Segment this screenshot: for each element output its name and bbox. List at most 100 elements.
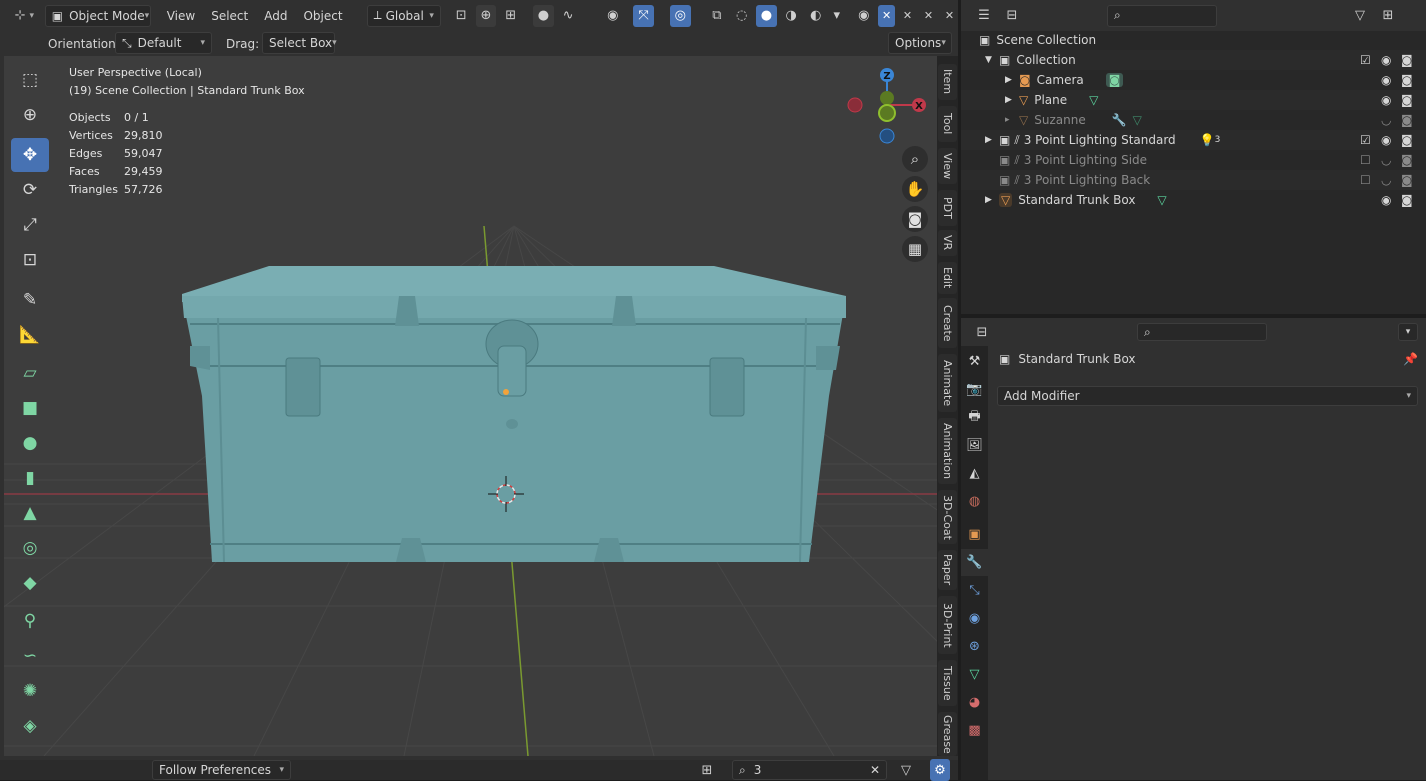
expand-arrow-icon[interactable]: ▸: [1005, 115, 1019, 125]
world-tab-icon[interactable]: ◍: [961, 488, 988, 515]
shading-material-icon[interactable]: ◑: [781, 5, 802, 27]
scale-tool-icon[interactable]: ⤢: [11, 208, 49, 242]
snap-icon[interactable]: ⊕: [475, 4, 497, 27]
proportional-edit-icon[interactable]: ●: [533, 4, 554, 27]
shading-options-icon[interactable]: ▾: [830, 5, 843, 27]
checkbox-icon[interactable]: ☑: [1360, 53, 1371, 67]
sidebar-tab-create[interactable]: Create: [938, 298, 957, 348]
mesh-data-icon[interactable]: ▽: [1133, 113, 1142, 127]
maximize-icon[interactable]: ✕: [878, 4, 896, 27]
camera-data-icon[interactable]: ◙: [1105, 73, 1124, 87]
gizmo-y-handle[interactable]: [880, 91, 894, 105]
visibility-icon[interactable]: ◉: [602, 5, 623, 27]
display-mode-icon[interactable]: ⊟: [1001, 5, 1023, 27]
outliner-row-3-point-lighting-standard[interactable]: ▶ ▣ ⫽ 3 Point Lighting Standard 💡 3 ☑ ◉ …: [961, 130, 1426, 150]
view-layer-tab-icon[interactable]: 🖼: [961, 432, 988, 459]
select-box-tool-icon[interactable]: ⬚: [11, 63, 49, 97]
add-wedge-tool-icon[interactable]: ◆: [11, 566, 49, 600]
cursor-tool-icon[interactable]: ⊕: [11, 98, 49, 132]
3d-viewport[interactable]: User Perspective (Local) (19) Scene Coll…: [4, 56, 937, 756]
rotate-tool-icon[interactable]: ⟳: [11, 173, 49, 207]
modifier-tab-icon[interactable]: 🔧: [961, 549, 988, 576]
follow-preferences-dropdown[interactable]: Follow Preferences ▾: [152, 760, 291, 780]
settings-icon[interactable]: ⚙: [930, 759, 950, 781]
camera-icon[interactable]: ◙: [1401, 93, 1413, 107]
sidebar-tab-pdt[interactable]: PDT: [938, 190, 957, 226]
menu-object[interactable]: Object: [297, 5, 348, 27]
camera-icon[interactable]: ◙: [1401, 73, 1413, 87]
expand-arrow-icon[interactable]: ▶: [985, 195, 999, 205]
camera-icon[interactable]: ◙: [1401, 53, 1413, 67]
zoom-icon[interactable]: ⌕: [902, 146, 928, 172]
mesh-data-icon[interactable]: ▽: [1157, 193, 1166, 207]
gizmo-neg-y-handle[interactable]: [878, 104, 896, 122]
eye-icon[interactable]: ◉: [1381, 53, 1391, 67]
outliner-row-3-point-lighting-back[interactable]: ▣ ⫽ 3 Point Lighting Back ☐ ◡ ◙: [961, 170, 1426, 190]
camera-icon[interactable]: ◙: [1401, 113, 1413, 127]
add-torus-tool-icon[interactable]: ◎: [11, 531, 49, 565]
outliner-search-input[interactable]: ⌕: [1107, 4, 1217, 27]
mesh-data-icon[interactable]: ▽: [1089, 93, 1098, 107]
constraints-tab-icon[interactable]: ⊛: [961, 633, 988, 660]
pin-icon[interactable]: 📌: [1403, 352, 1418, 366]
add-light-tool-icon[interactable]: ✺: [11, 674, 49, 708]
sidebar-tab-edit[interactable]: Edit: [938, 262, 957, 294]
expand-arrow-icon[interactable]: ▶: [985, 135, 999, 145]
outliner-row-plane[interactable]: ▶ ▽ Plane ▽ ◉ ◙: [961, 90, 1426, 110]
overlay-toggle-icon[interactable]: ◎: [669, 4, 691, 27]
data-tab-icon[interactable]: ▽: [961, 661, 988, 688]
add-cube-tool-icon[interactable]: ■: [11, 391, 49, 425]
menu-view[interactable]: View: [161, 5, 201, 27]
expand-arrow-icon[interactable]: ▼: [985, 55, 999, 65]
transform-orientation-dropdown[interactable]: ⟂ Global ▾: [366, 4, 441, 27]
scene-tab-icon[interactable]: ◭: [961, 460, 988, 487]
filter-icon[interactable]: ▽: [1349, 5, 1371, 27]
close-area-icon-2[interactable]: ✕: [920, 5, 937, 27]
render-tab-icon[interactable]: 📷: [961, 376, 988, 403]
sidebar-tab-grease[interactable]: Grease: [938, 712, 957, 756]
object-tab-icon[interactable]: ▣: [961, 521, 988, 548]
outliner-editor-icon[interactable]: ☰: [973, 5, 995, 27]
checkbox-icon[interactable]: ☑: [1360, 133, 1371, 147]
xray-icon[interactable]: ⧉: [707, 5, 728, 27]
filter-icon[interactable]: ▽: [895, 759, 917, 781]
sidebar-tab-vr[interactable]: VR: [938, 230, 957, 256]
eye-closed-icon[interactable]: ◡: [1381, 173, 1391, 187]
add-plane-tool-icon[interactable]: ▱: [11, 356, 49, 390]
camera-icon[interactable]: ◙: [1401, 193, 1413, 207]
gizmo-neg-x-handle[interactable]: [847, 97, 863, 113]
pan-hand-icon[interactable]: ✋: [902, 176, 928, 202]
perspective-toggle-icon[interactable]: ▦: [902, 236, 928, 262]
expand-arrow-icon[interactable]: ▶: [1005, 75, 1019, 85]
falloff-icon[interactable]: ∿: [558, 5, 579, 27]
sidebar-tab-tissue[interactable]: Tissue: [938, 660, 957, 706]
clear-search-icon[interactable]: ✕: [870, 763, 880, 777]
add-empty-tool-icon[interactable]: ⚲: [11, 604, 49, 638]
eye-icon[interactable]: ◉: [1381, 133, 1391, 147]
new-collection-icon[interactable]: ⊞: [1377, 5, 1399, 27]
add-cylinder-tool-icon[interactable]: ▮: [11, 461, 49, 495]
properties-options-icon[interactable]: ▾: [1398, 323, 1418, 341]
modifier-icon[interactable]: 🔧: [1112, 113, 1127, 127]
outliner-row-3-point-lighting-side[interactable]: ▣ ⫽ 3 Point Lighting Side ☐ ◡ ◙: [961, 150, 1426, 170]
physics-tab-icon[interactable]: ◉: [961, 605, 988, 632]
shading-rendered-icon[interactable]: ◐: [805, 5, 826, 27]
outliner-row-suzanne[interactable]: ▸ ▽ Suzanne 🔧 ▽ ◡ ◙: [961, 110, 1426, 130]
sidebar-tab-paper[interactable]: Paper: [938, 550, 957, 590]
outliner-row-collection[interactable]: ▼ ▣ Collection ☑ ◉ ◙: [961, 50, 1426, 70]
properties-editor-icon[interactable]: ⊟: [971, 321, 993, 343]
camera-icon[interactable]: ◙: [1401, 153, 1413, 167]
sidebar-tab-3d-print[interactable]: 3D-Print: [938, 596, 957, 654]
expand-arrow-icon[interactable]: ▶: [1005, 95, 1019, 105]
eye-icon[interactable]: ◉: [1381, 193, 1391, 207]
transform-tool-icon[interactable]: ⊡: [11, 243, 49, 277]
shading-solid-icon[interactable]: ●: [756, 4, 777, 27]
orientation-dropdown[interactable]: ⤡ Default ▾: [115, 32, 212, 54]
drag-dropdown[interactable]: Select Box ▾: [262, 32, 337, 54]
sidebar-tab-animate[interactable]: Animate: [938, 354, 957, 412]
add-curve-tool-icon[interactable]: ∽: [11, 639, 49, 673]
sidebar-tab-view[interactable]: View: [938, 148, 957, 184]
camera-view-icon[interactable]: ◙: [902, 206, 928, 232]
options-dropdown[interactable]: Options ▾: [888, 32, 952, 54]
move-tool-icon[interactable]: ✥: [11, 138, 49, 172]
